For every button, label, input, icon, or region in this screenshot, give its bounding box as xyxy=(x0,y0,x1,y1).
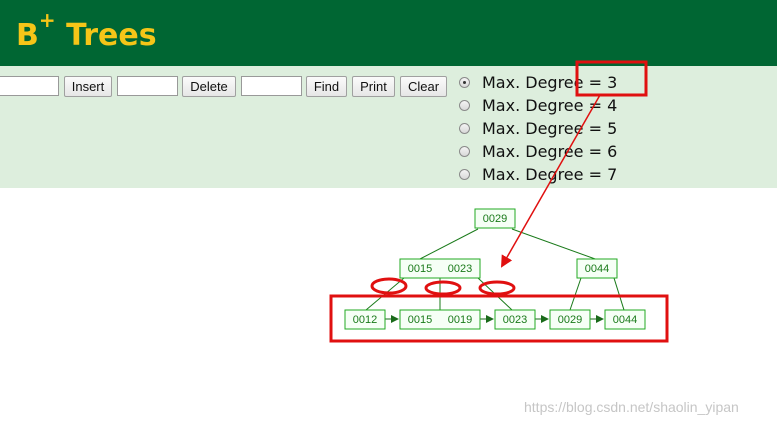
tree-leaf-2[interactable]: 0015 0019 xyxy=(399,309,481,330)
leaf-5-key-1: 0044 xyxy=(613,314,637,326)
leaf-1-key-1: 0012 xyxy=(353,314,377,326)
edge-root-left xyxy=(417,228,479,261)
root-key-1: 0029 xyxy=(483,213,507,225)
leaf-2-key-1: 0015 xyxy=(408,314,432,326)
watermark: https://blog.csdn.net/shaolin_yipan xyxy=(524,399,739,415)
leaf-4-key-1: 0029 xyxy=(558,314,582,326)
internal-left-key-1: 0015 xyxy=(408,263,432,275)
leaf-3-key-1: 0023 xyxy=(503,314,527,326)
internal-left-key-2: 0023 xyxy=(448,263,472,275)
bplus-tree-canvas: 0029 0015 0023 0044 0012 0015 0019 0023 … xyxy=(329,60,669,343)
edge-root-right xyxy=(511,228,599,261)
annotations xyxy=(329,60,669,343)
annotation-arrow xyxy=(501,94,601,268)
internal-right-key-1: 0044 xyxy=(585,263,609,275)
edge-right-leaf5 xyxy=(613,277,625,311)
leaf-2-key-2: 0019 xyxy=(448,314,472,326)
pointer-ellipse-3 xyxy=(478,280,516,296)
tree-leaf-4[interactable]: 0029 xyxy=(549,309,591,330)
tree-leaf-5[interactable]: 0044 xyxy=(604,309,646,330)
tree-leaf-3[interactable]: 0023 xyxy=(494,309,536,330)
pointer-ellipse-2 xyxy=(424,280,462,296)
tree-node-internal-right[interactable]: 0044 xyxy=(576,258,618,279)
tree-node-internal-left[interactable]: 0015 0023 xyxy=(399,258,481,279)
edge-right-leaf4 xyxy=(569,277,582,311)
tree-node-root[interactable]: 0029 xyxy=(474,208,516,229)
tree-leaf-1[interactable]: 0012 xyxy=(344,309,386,330)
degree-highlight-box xyxy=(575,60,648,97)
